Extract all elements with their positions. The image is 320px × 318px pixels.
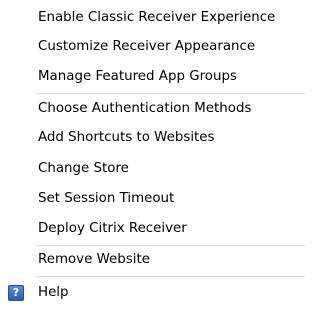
- menu-separator: [36, 276, 305, 277]
- menu-item-label: Choose Authentication Methods: [38, 101, 252, 116]
- menu-item-label: Manage Featured App Groups: [38, 69, 237, 84]
- menu-item-manage-featured-app-groups[interactable]: Manage Featured App Groups: [0, 62, 305, 92]
- help-icon: ?: [8, 285, 24, 301]
- menu-item-add-shortcuts-to-websites[interactable]: Add Shortcuts to Websites: [0, 123, 305, 153]
- menu-item-label: Deploy Citrix Receiver: [38, 221, 187, 236]
- menu-item-remove-website[interactable]: Remove Website: [0, 245, 305, 275]
- menu-item-change-store[interactable]: Change Store: [0, 154, 305, 184]
- menu-item-label: Add Shortcuts to Websites: [38, 130, 215, 145]
- menu-item-label: Enable Classic Receiver Experience: [38, 10, 276, 25]
- menu-item-label: Customize Receiver Appearance: [38, 39, 256, 54]
- context-menu: Enable Classic Receiver Experience Custo…: [0, 0, 305, 318]
- menu-item-label: Remove Website: [38, 252, 150, 267]
- menu-item-deploy-citrix-receiver[interactable]: Deploy Citrix Receiver: [0, 214, 305, 244]
- menu-item-label: Change Store: [38, 161, 129, 176]
- menu-item-label: Help: [38, 285, 69, 300]
- menu-item-customize-receiver-appearance[interactable]: Customize Receiver Appearance: [0, 32, 305, 62]
- menu-item-set-session-timeout[interactable]: Set Session Timeout: [0, 184, 305, 214]
- menu-item-enable-classic-receiver-experience[interactable]: Enable Classic Receiver Experience: [0, 3, 305, 33]
- menu-item-choose-authentication-methods[interactable]: Choose Authentication Methods: [0, 94, 305, 124]
- menu-item-label: Set Session Timeout: [38, 191, 175, 206]
- menu-item-help[interactable]: ? Help: [0, 278, 305, 308]
